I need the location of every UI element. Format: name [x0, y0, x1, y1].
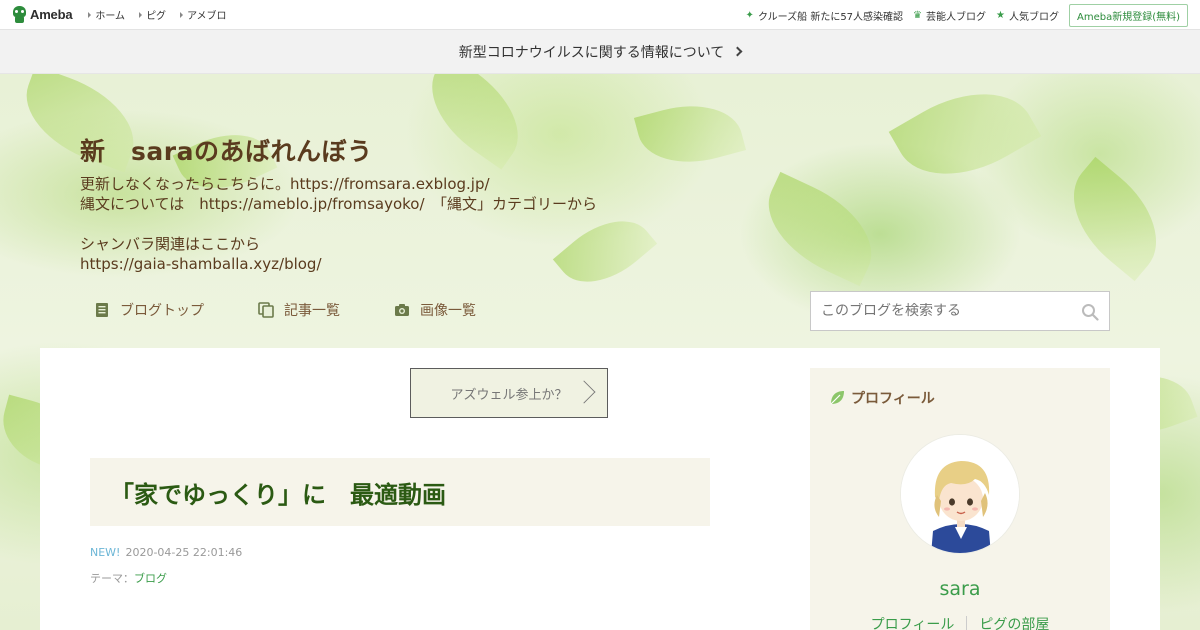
profile-widget: プロフィール sara プロフィール ピグの部屋 — [810, 368, 1110, 630]
article-banner-link[interactable]: アズウェル参上か？ — [410, 368, 608, 418]
search-icon[interactable] — [1081, 303, 1099, 321]
profile-link[interactable]: プロフィール — [871, 614, 955, 630]
global-nav-ameblo[interactable]: アメブロ — [180, 7, 227, 22]
description-line: 縄文については https://ameblo.jp/fromsayoko/ 「縄… — [80, 195, 598, 213]
blog-title[interactable]: 新 saraのあばれんぼう — [80, 132, 372, 168]
description-line: シャンバラ関連はここから — [80, 235, 261, 253]
header-right-links: ✦ クルーズ船 新たに57人感染確認 ♛ 芸能人ブログ ★ 人気ブログ Ameba新規… — [746, 0, 1188, 30]
leaf-decoration — [633, 92, 747, 176]
description-line: https://gaia-shamballa.xyz/blog/ — [80, 255, 322, 273]
chevron-right-icon — [572, 380, 596, 404]
new-badge: NEW! — [90, 546, 121, 559]
register-button[interactable]: Ameba新規登録(無料) — [1068, 3, 1188, 27]
article-datetime: 2020-04-25 22:01:46 — [125, 546, 243, 559]
leaf-icon — [830, 391, 844, 405]
blog-description: 更新しなくなったらこちらに。https://fromsara.exblog.jp… — [80, 174, 597, 274]
document-icon — [96, 303, 108, 317]
crown-icon: ♛ — [913, 9, 923, 21]
global-nav: ホーム ピグ アメブロ — [88, 7, 240, 22]
pigg-room-link[interactable]: ピグの部屋 — [979, 614, 1049, 630]
avatar[interactable] — [900, 434, 1020, 554]
covid-notice-link[interactable]: 新型コロナウイルスに関する情報について — [0, 30, 1200, 74]
popular-blog-link[interactable]: ★ 人気ブログ — [996, 8, 1059, 23]
blog-search-input[interactable] — [821, 303, 1071, 319]
theme-prefix: テーマ： — [90, 572, 134, 585]
global-header: Ameba ホーム ピグ アメブロ ✦ クルーズ船 新たに57人感染確認 ♛ 芸能人… — [0, 0, 1200, 30]
article-theme: テーマ：ブログ — [90, 570, 167, 586]
ameba-logo[interactable]: Ameba — [12, 6, 73, 23]
article-meta: NEW! 2020-04-25 22:01:46 — [90, 546, 242, 559]
divider — [966, 616, 968, 630]
sparkle-icon: ✦ — [745, 9, 754, 21]
leaf-decoration — [750, 171, 890, 287]
blog-nav-top[interactable]: ブログトップ — [94, 300, 204, 320]
logo-text: Ameba — [30, 7, 73, 22]
main-content: アズウェル参上か？ 「家でゆっくり」に 最適動画 NEW! 2020-04-25 … — [40, 348, 1160, 630]
chevron-right-icon — [732, 46, 743, 57]
blog-search — [810, 291, 1110, 331]
copy-icon — [258, 302, 274, 318]
global-nav-home[interactable]: ホーム — [88, 7, 125, 22]
profile-links: プロフィール ピグの部屋 — [810, 614, 1110, 630]
blog-nav-images[interactable]: 画像一覧 — [394, 300, 476, 320]
global-nav-pigg[interactable]: ピグ — [139, 7, 166, 22]
triangle-right-icon — [180, 11, 184, 18]
banner-text: アズウェル参上か？ — [450, 387, 568, 403]
description-line — [80, 214, 597, 234]
leaf-decoration — [411, 74, 539, 170]
star-icon: ★ — [996, 9, 1005, 21]
leaf-decoration — [1050, 156, 1180, 282]
profile-heading: プロフィール — [828, 388, 935, 408]
blog-nav-entries[interactable]: 記事一覧 — [258, 300, 340, 320]
camera-icon — [395, 304, 409, 316]
avatar-illustration — [901, 435, 1019, 553]
theme-link[interactable]: ブログ — [134, 572, 167, 585]
leaf-decoration — [888, 74, 1042, 202]
article-title[interactable]: 「家でゆっくり」に 最適動画 — [90, 458, 710, 526]
blog-nav: ブログトップ 記事一覧 画像一覧 — [94, 300, 530, 320]
triangle-right-icon — [139, 11, 143, 18]
celebrity-blog-link[interactable]: ♛ 芸能人ブログ — [913, 8, 986, 23]
profile-name[interactable]: sara — [810, 578, 1110, 600]
notice-text: 新型コロナウイルスに関する情報について — [458, 44, 725, 61]
description-line: 更新しなくなったらこちらに。https://fromsara.exblog.jp… — [80, 175, 490, 193]
news-link[interactable]: ✦ クルーズ船 新たに57人感染確認 — [746, 8, 904, 23]
ameba-logo-icon — [12, 6, 27, 23]
triangle-right-icon — [88, 11, 92, 18]
